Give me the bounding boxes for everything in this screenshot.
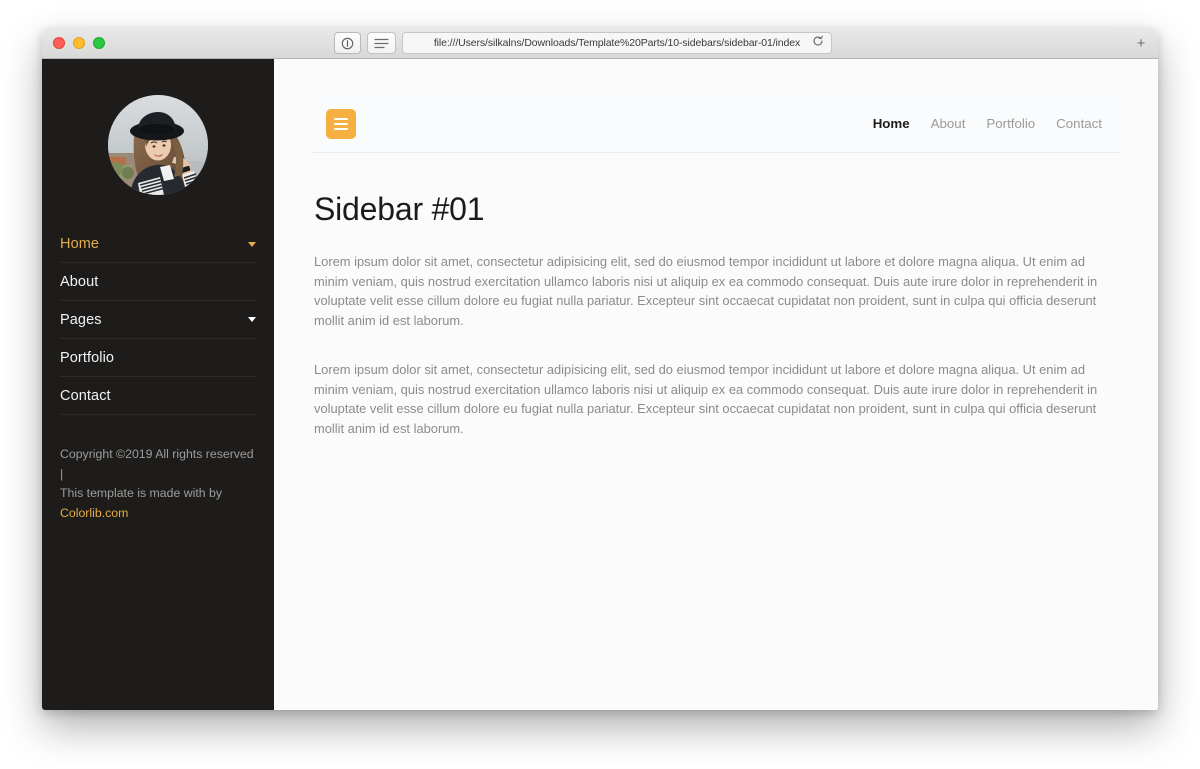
shield-icon[interactable] bbox=[334, 32, 361, 54]
reload-icon[interactable] bbox=[812, 34, 824, 52]
content-inner: Home About Portfolio Contact Sidebar #01… bbox=[274, 59, 1158, 438]
top-nav-link-home[interactable]: Home bbox=[873, 116, 910, 131]
top-nav-link-portfolio[interactable]: Portfolio bbox=[986, 116, 1035, 131]
sidebar-item-label: Contact bbox=[60, 387, 111, 404]
top-navbar: Home About Portfolio Contact bbox=[312, 95, 1120, 153]
avatar bbox=[108, 95, 208, 195]
toolbar-center-group: file:///Users/silkalns/Downloads/Templat… bbox=[334, 32, 832, 54]
sidebar-item-contact[interactable]: Contact bbox=[60, 377, 256, 415]
close-window-button[interactable] bbox=[53, 37, 65, 49]
page-title: Sidebar #01 bbox=[314, 191, 485, 227]
body-paragraph: Lorem ipsum dolor sit amet, consectetur … bbox=[314, 254, 1098, 328]
left-sidebar: Home About Pages Portfolio Contact Copyr… bbox=[42, 59, 274, 710]
copyright-line-2: This template is made with by bbox=[60, 486, 222, 500]
new-tab-button[interactable]: + bbox=[1132, 34, 1150, 52]
main-content: Home About Portfolio Contact Sidebar #01… bbox=[274, 59, 1158, 710]
address-bar-url: file:///Users/silkalns/Downloads/Templat… bbox=[433, 37, 801, 49]
sidebar-item-label: About bbox=[60, 273, 99, 290]
sidebar-item-label: Portfolio bbox=[60, 349, 115, 366]
traffic-lights bbox=[42, 37, 105, 49]
top-nav-link-contact[interactable]: Contact bbox=[1056, 116, 1102, 131]
sidebar-item-about[interactable]: About bbox=[60, 263, 256, 301]
address-bar[interactable]: file:///Users/silkalns/Downloads/Templat… bbox=[402, 32, 832, 54]
minimize-window-button[interactable] bbox=[73, 37, 85, 49]
sidebar-item-pages[interactable]: Pages bbox=[60, 301, 256, 339]
colorlib-link[interactable]: Colorlib.com bbox=[60, 504, 256, 524]
hamburger-line bbox=[334, 127, 348, 130]
page-body: Home About Pages Portfolio Contact Copyr… bbox=[42, 59, 1158, 710]
sidebar-nav: Home About Pages Portfolio Contact bbox=[42, 225, 274, 415]
browser-window: file:///Users/silkalns/Downloads/Templat… bbox=[42, 28, 1158, 710]
hamburger-line bbox=[334, 117, 348, 120]
avatar-container bbox=[42, 59, 274, 225]
sidebar-item-label: Home bbox=[60, 236, 100, 252]
maximize-window-button[interactable] bbox=[93, 37, 105, 49]
sidebar-item-label: Pages bbox=[60, 311, 102, 328]
top-nav-links: Home About Portfolio Contact bbox=[873, 116, 1110, 131]
browser-toolbar: file:///Users/silkalns/Downloads/Templat… bbox=[42, 28, 1158, 59]
chevron-down-icon[interactable] bbox=[248, 317, 256, 322]
top-nav-link-about[interactable]: About bbox=[931, 116, 966, 131]
sidebar-footer: Copyright ©2019 All rights reserved | Th… bbox=[42, 415, 274, 523]
sidebar-toggle-icon[interactable] bbox=[367, 32, 396, 54]
sidebar-item-home[interactable]: Home bbox=[60, 225, 256, 263]
copyright-line-1: Copyright ©2019 All rights reserved | bbox=[60, 447, 254, 481]
hamburger-menu-icon[interactable] bbox=[326, 108, 356, 139]
sidebar-item-portfolio[interactable]: Portfolio bbox=[60, 339, 256, 377]
body-paragraph: Lorem ipsum dolor sit amet, consectetur … bbox=[314, 362, 1098, 436]
avatar-photo bbox=[108, 95, 208, 195]
hamburger-line bbox=[334, 122, 348, 125]
chevron-down-icon[interactable] bbox=[248, 241, 256, 247]
